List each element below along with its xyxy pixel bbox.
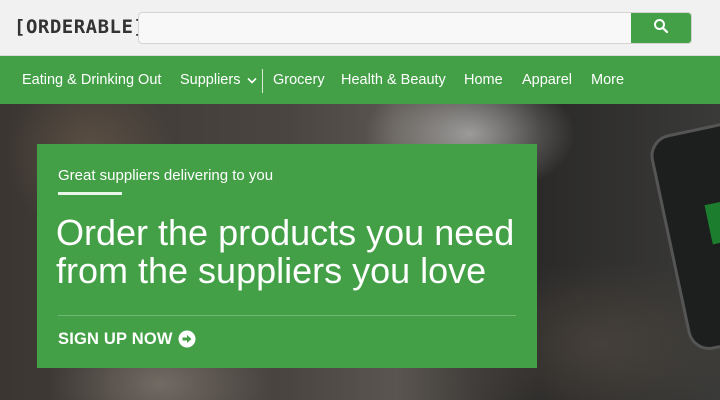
nav-item-eating-drinking-out[interactable]: Eating & Drinking Out (22, 56, 161, 104)
hero-card: Great suppliers delivering to you Order … (37, 144, 537, 368)
sign-up-button[interactable]: SIGN UP NOW (58, 328, 196, 350)
nav-item-suppliers[interactable]: Suppliers (180, 56, 258, 104)
arrow-circle-icon (178, 330, 196, 348)
nav-item-health-beauty[interactable]: Health & Beauty (341, 56, 446, 104)
logo[interactable]: [ORDERABLE] (14, 16, 145, 38)
hero-eyebrow: Great suppliers delivering to you (58, 167, 274, 184)
top-bar: [ORDERABLE] (0, 0, 720, 56)
search-icon (653, 18, 669, 39)
nav-item-grocery[interactable]: Grocery (273, 56, 325, 104)
phone-screen (704, 199, 720, 245)
search-box (138, 12, 692, 44)
search-input[interactable] (139, 13, 633, 43)
nav-item-apparel[interactable]: Apparel (522, 56, 572, 104)
chevron-down-icon (247, 56, 258, 104)
search-button[interactable] (631, 13, 691, 43)
eyebrow-underline (58, 192, 122, 195)
hero-headline: Order the products you need from the sup… (56, 212, 515, 291)
phone-image (646, 113, 720, 355)
card-divider (58, 315, 516, 316)
nav-item-home[interactable]: Home (464, 56, 503, 104)
nav-item-more[interactable]: More (591, 56, 624, 104)
nav-item-label: Suppliers (180, 72, 241, 88)
nav-divider (262, 69, 263, 93)
sign-up-label: SIGN UP NOW (58, 329, 173, 348)
category-nav: Eating & Drinking Out Suppliers Grocery … (0, 56, 720, 104)
